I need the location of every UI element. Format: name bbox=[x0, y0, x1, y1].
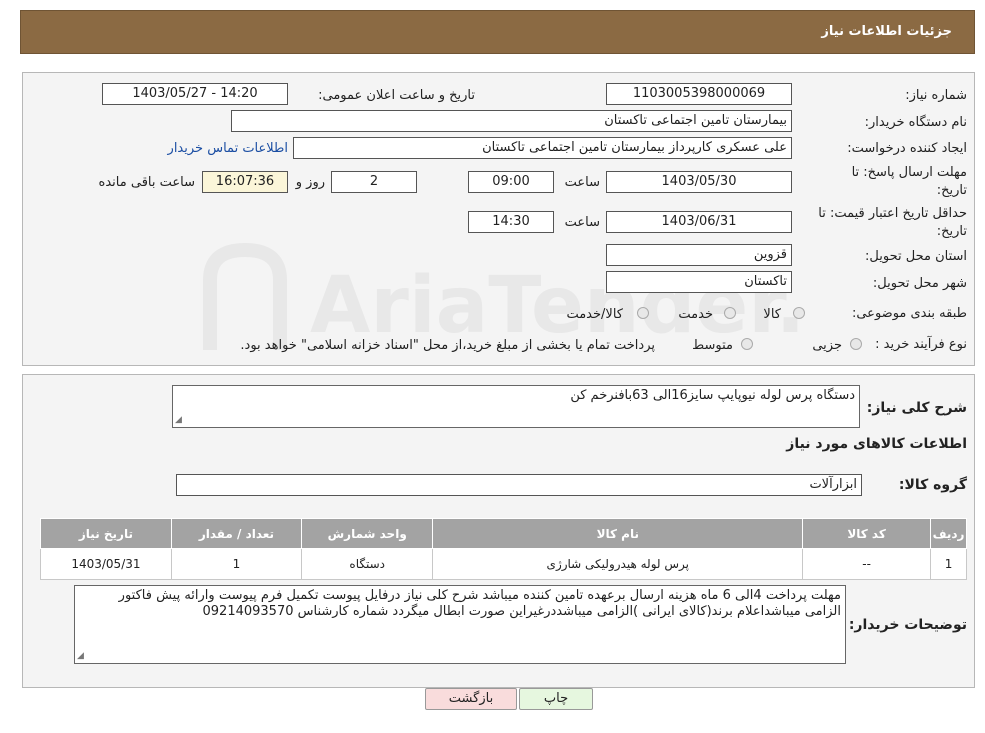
days-remaining-field: 2 bbox=[331, 171, 417, 193]
goods-info-title: اطلاعات کالاهای مورد نیاز bbox=[786, 436, 967, 452]
items-table-header: ردیف کد کالا نام کالا واحد شمارش تعداد /… bbox=[40, 518, 967, 549]
buyer-notes-value: مهلت پرداخت 4الی 6 ماه هزینه ارسال برعهد… bbox=[118, 588, 841, 619]
print-button[interactable]: چاپ bbox=[519, 688, 593, 710]
need-date-cell: 1403/05/31 bbox=[40, 548, 172, 580]
category-radio-goods-service[interactable] bbox=[637, 307, 649, 319]
buyer-notes-label: توضیحات خریدار: bbox=[848, 617, 967, 633]
requester-field: علی عسکری کارپرداز بیمارستان تامین اجتما… bbox=[293, 137, 792, 159]
category-radio-service[interactable] bbox=[724, 307, 736, 319]
quantity-cell: 1 bbox=[170, 548, 303, 580]
page-header: جزئیات اطلاعات نیاز bbox=[20, 10, 975, 54]
remaining-time-field: 16:07:36 bbox=[202, 171, 288, 193]
process-option-minor: جزیی bbox=[812, 338, 842, 353]
buyer-notes-field: مهلت پرداخت 4الی 6 ماه هزینه ارسال برعهد… bbox=[74, 585, 846, 664]
reply-deadline-label: مهلت ارسال پاسخ: تا bbox=[851, 165, 967, 180]
process-radio-minor[interactable] bbox=[850, 338, 862, 350]
category-option-service: خدمت bbox=[678, 307, 713, 322]
buyer-org-label: نام دستگاه خریدار: bbox=[864, 115, 967, 130]
goods-group-label: گروه کالا: bbox=[898, 477, 967, 493]
province-label: استان محل تحویل: bbox=[865, 249, 967, 264]
table-row: 1 -- پرس لوله هیدرولیکی شارژی دستگاه 1 1… bbox=[40, 548, 967, 580]
category-option-goods: کالا bbox=[763, 307, 781, 322]
reply-date-field: 1403/05/30 bbox=[606, 171, 792, 193]
buyer-org-field: بیمارستان تامین اجتماعی تاکستان bbox=[231, 110, 792, 132]
page-title: جزئیات اطلاعات نیاز bbox=[821, 24, 952, 39]
price-validity-time-label: ساعت bbox=[564, 215, 600, 230]
process-type-label: نوع فرآیند خرید : bbox=[875, 337, 967, 352]
price-validity-date-field: 1403/06/31 bbox=[606, 211, 792, 233]
need-description-value: دستگاه پرس لوله نیوپایپ سایز16الی 63بافن… bbox=[570, 388, 855, 403]
col-item-name: نام کالا bbox=[432, 518, 804, 549]
remaining-time-label: ساعت باقی مانده bbox=[98, 175, 195, 190]
goods-group-field: ابزارآلات bbox=[176, 474, 862, 496]
city-label: شهر محل تحویل: bbox=[872, 276, 967, 291]
requester-label: ایجاد کننده درخواست: bbox=[847, 141, 967, 156]
province-field: قزوین bbox=[606, 244, 792, 266]
need-number-label: شماره نیاز: bbox=[905, 88, 967, 103]
announce-datetime-field: 1403/05/27 - 14:20 bbox=[102, 83, 288, 105]
need-number-field: 1103005398000069 bbox=[606, 83, 792, 105]
item-name-cell: پرس لوله هیدرولیکی شارژی bbox=[432, 548, 804, 580]
category-radio-goods[interactable] bbox=[793, 307, 805, 319]
price-validity-time-field: 14:30 bbox=[468, 211, 554, 233]
need-description-field: دستگاه پرس لوله نیوپایپ سایز16الی 63بافن… bbox=[172, 385, 860, 428]
days-label: روز و bbox=[295, 175, 325, 190]
announce-datetime-label: تاریخ و ساعت اعلان عمومی: bbox=[318, 88, 475, 103]
process-radio-medium[interactable] bbox=[741, 338, 753, 350]
col-need-date: تاریخ نیاز bbox=[40, 518, 172, 549]
back-button[interactable]: بازگشت bbox=[425, 688, 517, 710]
need-description-label: شرح کلی نیاز: bbox=[866, 400, 967, 416]
price-validity-label: حداقل تاریخ اعتبار قیمت: تا bbox=[818, 206, 967, 221]
col-row-number: ردیف bbox=[930, 518, 967, 549]
reply-time-label: ساعت bbox=[564, 175, 600, 190]
city-field: تاکستان bbox=[606, 271, 792, 293]
price-validity-label-2: تاریخ: bbox=[936, 224, 967, 239]
remaining-time-value: 16:07:36 bbox=[215, 174, 275, 189]
process-payment-note: پرداخت تمام یا بخشی از مبلغ خرید،از محل … bbox=[240, 338, 655, 353]
resize-grip-icon[interactable]: ◢ bbox=[77, 652, 84, 661]
col-unit: واحد شمارش bbox=[301, 518, 434, 549]
col-item-code: کد کالا bbox=[802, 518, 932, 549]
unit-cell: دستگاه bbox=[301, 548, 434, 580]
items-table: ردیف کد کالا نام کالا واحد شمارش تعداد /… bbox=[40, 518, 967, 580]
announce-datetime-value: 1403/05/27 - 14:20 bbox=[132, 86, 258, 101]
col-quantity: تعداد / مقدار bbox=[170, 518, 303, 549]
resize-grip-icon[interactable]: ◢ bbox=[175, 416, 182, 425]
category-label: طبقه بندی موضوعی: bbox=[851, 306, 967, 321]
process-option-medium: متوسط bbox=[692, 338, 733, 353]
reply-deadline-label-2: تاریخ: bbox=[936, 183, 967, 198]
buyer-contact-link[interactable]: اطلاعات تماس خریدار bbox=[168, 141, 288, 156]
category-option-goods-service: کالا/خدمت bbox=[566, 307, 623, 322]
item-code-cell: -- bbox=[802, 548, 932, 580]
reply-time-field: 09:00 bbox=[468, 171, 554, 193]
row-number-cell: 1 bbox=[930, 548, 967, 580]
